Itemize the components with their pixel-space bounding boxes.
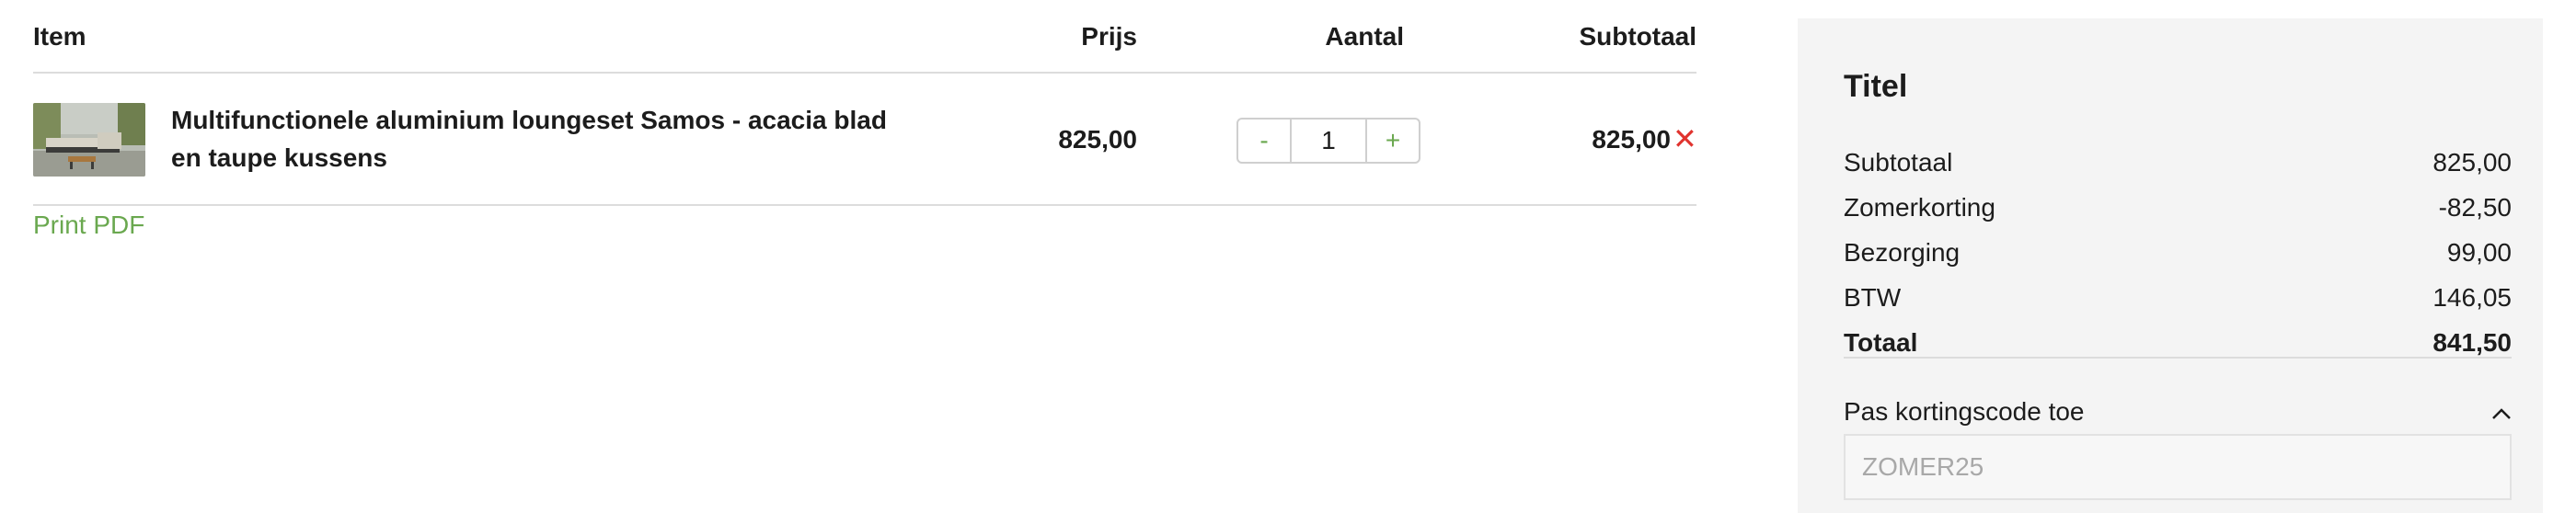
table-row: Multifunctionele aluminium loungeset Sam… <box>33 74 1697 206</box>
row-subtotal: 825,00 <box>1592 125 1671 154</box>
discount-code-input[interactable] <box>1844 434 2512 500</box>
quantity-decrease-button[interactable]: - <box>1236 118 1292 164</box>
summary-lines: Subtotaal 825,00 Zomerkorting -82,50 Bez… <box>1844 140 2512 365</box>
chevron-up-icon <box>2491 397 2512 427</box>
summary-line-vat: BTW 146,05 <box>1844 275 2512 320</box>
quantity-input[interactable] <box>1292 118 1365 164</box>
summary-title: Titel <box>1844 69 1908 104</box>
remove-item-button[interactable]: ✕ <box>1673 121 1697 156</box>
summary-line-value: 825,00 <box>2432 148 2512 177</box>
product-thumbnail[interactable] <box>33 103 145 177</box>
cart-table: Item Prijs Aantal Subtotaal Multifunctio… <box>33 0 1697 206</box>
summary-divider <box>1844 357 2512 359</box>
order-summary-panel: Titel Subtotaal 825,00 Zomerkorting -82,… <box>1798 18 2543 513</box>
summary-line-subtotal: Subtotaal 825,00 <box>1844 140 2512 185</box>
print-pdf-link[interactable]: Print PDF <box>33 210 144 241</box>
product-name[interactable]: Multifunctionele aluminium loungeset Sam… <box>171 101 889 177</box>
product-price: 825,00 <box>1058 125 1137 154</box>
summary-line-label: BTW <box>1844 283 1902 312</box>
summary-line-value: -82,50 <box>2438 193 2512 222</box>
cart-header: Item Prijs Aantal Subtotaal <box>33 0 1696 74</box>
outdoor-lounge-set-photo-icon <box>33 103 145 177</box>
summary-line-label: Bezorging <box>1844 238 1961 267</box>
header-item: Item <box>33 22 86 51</box>
summary-line-value: 146,05 <box>2432 283 2512 312</box>
discount-toggle-label: Pas kortingscode toe <box>1844 397 2085 426</box>
summary-line-discount: Zomerkorting -82,50 <box>1844 185 2512 230</box>
summary-line-value: 99,00 <box>2446 238 2512 267</box>
summary-line-delivery: Bezorging 99,00 <box>1844 230 2512 275</box>
summary-line-label: Subtotaal <box>1844 148 1953 177</box>
quantity-increase-button[interactable]: + <box>1365 118 1420 164</box>
close-icon: ✕ <box>1673 122 1697 155</box>
header-subtotal: Subtotaal <box>1579 22 1696 51</box>
header-price: Prijs <box>1081 22 1137 51</box>
header-quantity: Aantal <box>1325 22 1404 51</box>
quantity-stepper: - + <box>1236 118 1420 164</box>
summary-line-label: Zomerkorting <box>1844 193 1995 222</box>
